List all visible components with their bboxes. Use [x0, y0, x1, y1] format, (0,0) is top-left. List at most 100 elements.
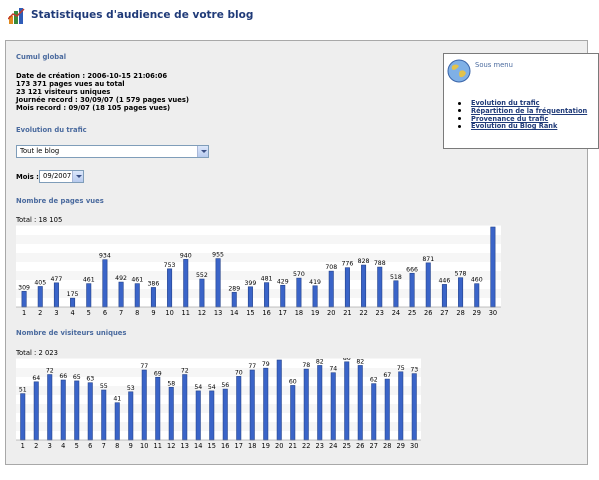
x-tick-label: 18 [248, 442, 256, 450]
bar [199, 278, 205, 308]
scope-select[interactable]: Tout le blog [16, 145, 209, 158]
data-label: 63 [86, 376, 94, 383]
x-tick-label: 6 [88, 442, 92, 450]
x-tick-label: 22 [359, 309, 367, 317]
x-tick-label: 10 [140, 442, 148, 450]
x-tick-label: 8 [115, 442, 119, 450]
x-tick-label: 3 [54, 309, 58, 317]
data-label: 405 [34, 279, 46, 286]
bar [357, 365, 363, 441]
x-tick-label: 28 [456, 309, 464, 317]
submenu-link[interactable]: Provenance du trafic [471, 115, 548, 123]
data-label: 64 [32, 375, 40, 382]
visitors-chart-heading: Nombre de visiteurs uniques [16, 329, 127, 337]
data-label: 82 [356, 358, 364, 365]
bar [384, 378, 390, 441]
data-label: 77 [140, 363, 148, 370]
month-select[interactable]: 09/2007 [39, 170, 84, 183]
x-tick-label: 20 [327, 309, 335, 317]
data-label: 666 [406, 266, 418, 273]
x-tick-label: 13 [214, 309, 222, 317]
data-label: 73 [410, 367, 418, 374]
data-label: 289 [228, 285, 240, 292]
x-tick-label: 24 [392, 309, 400, 317]
chart-svg: 3091405247731754461593464927461838697531… [16, 225, 501, 317]
bar [47, 374, 53, 441]
bar [134, 283, 140, 308]
bar [303, 368, 309, 441]
bar [393, 280, 399, 308]
bar [118, 281, 124, 308]
bar [361, 264, 367, 308]
data-label: 461 [83, 277, 95, 284]
x-tick-label: 29 [473, 309, 481, 317]
pages-chart: 309 1 405 2 477 3 175 4 461 5 934 6 492 7 461 8 386 9 753 1… [16, 225, 501, 317]
stat-creation-date: Date de création : 2006-10-15 21:06:06 [16, 72, 168, 80]
bar [102, 259, 108, 308]
x-tick-label: 24 [329, 442, 337, 450]
data-label: 77 [248, 363, 256, 370]
data-label: 460 [471, 277, 483, 284]
bar [60, 379, 66, 441]
bar [344, 267, 350, 308]
main-panel: Cumul global Date de création : 2006-10-… [5, 40, 599, 465]
data-label: 58 [167, 380, 175, 387]
chevron-down-icon[interactable] [72, 171, 83, 182]
bar [247, 286, 253, 308]
bar [168, 386, 174, 441]
traffic-heading: Evolution du trafic [16, 126, 87, 134]
bar [441, 284, 447, 308]
bar [87, 382, 93, 441]
x-tick-label: 27 [370, 442, 378, 450]
chevron-down-icon[interactable] [197, 146, 208, 157]
bar [264, 282, 270, 308]
data-label: 419 [309, 279, 321, 286]
bar [182, 374, 188, 441]
data-label: 477 [51, 276, 63, 283]
x-tick-label: 20 [275, 442, 283, 450]
data-label: 776 [342, 261, 354, 268]
bar [290, 385, 296, 441]
x-tick-label: 4 [70, 309, 74, 317]
data-label: 62 [370, 377, 378, 384]
x-tick-label: 11 [182, 309, 190, 317]
stat-unique-visitors: 23 121 visiteurs uniques [16, 88, 111, 96]
submenu-link[interactable]: Répartition de la fréquentation [471, 107, 587, 115]
bullet-icon [458, 124, 461, 128]
bar [101, 389, 107, 441]
bar [183, 259, 189, 308]
submenu-link[interactable]: Evolution du trafic [471, 99, 540, 107]
x-tick-label: 25 [408, 309, 416, 317]
x-tick-label: 7 [102, 442, 106, 450]
bar [114, 402, 120, 441]
data-label: 940 [180, 252, 192, 259]
x-tick-label: 1 [22, 309, 26, 317]
submenu-item-blog-rank[interactable]: Evolution du Blog Rank [458, 122, 587, 131]
data-label: 51 [19, 387, 27, 394]
x-tick-label: 26 [424, 309, 432, 317]
data-label: 54 [194, 384, 202, 391]
bar [222, 388, 228, 441]
submenu-link[interactable]: Evolution du Blog Rank [471, 122, 557, 130]
data-label: 386 [148, 280, 160, 287]
bar [330, 372, 336, 441]
stat-record-day: Journée record : 30/09/07 (1 579 pages v… [16, 96, 189, 104]
bar [344, 361, 350, 441]
bar [74, 380, 80, 441]
bar [231, 292, 237, 308]
data-label: 65 [73, 374, 81, 381]
x-tick-label: 3 [48, 442, 52, 450]
scope-select-value: Tout le blog [20, 147, 60, 155]
bar [249, 369, 255, 441]
visitors-chart: 51 1 64 2 72 3 66 4 65 5 63 6 55 7 41 8 53 9 77 10 69 11 58 12 7… [16, 358, 421, 450]
bar [167, 268, 173, 308]
data-label: 753 [164, 262, 176, 269]
bar [53, 282, 59, 308]
bar [33, 381, 39, 441]
x-tick-label: 17 [279, 309, 287, 317]
x-tick-label: 16 [221, 442, 229, 450]
x-tick-label: 7 [119, 309, 123, 317]
x-tick-label: 29 [397, 442, 405, 450]
bar [70, 297, 76, 308]
bar [296, 277, 302, 308]
